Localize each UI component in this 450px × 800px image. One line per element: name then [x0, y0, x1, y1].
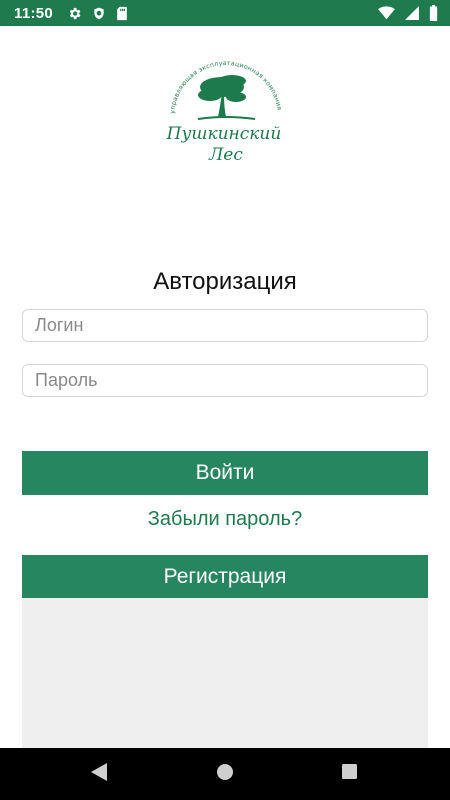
battery-icon	[429, 5, 438, 21]
recents-square-icon	[341, 764, 357, 784]
shield-icon	[92, 6, 106, 21]
login-button[interactable]: Войти	[22, 451, 428, 495]
page-title: Авторизация	[153, 268, 297, 295]
register-button[interactable]: Регистрация	[22, 555, 428, 599]
forgot-password-link[interactable]: Забыли пароль?	[0, 508, 450, 531]
status-right-icons	[378, 5, 438, 21]
login-button-label: Войти	[195, 461, 255, 484]
password-input[interactable]	[22, 364, 428, 397]
back-triangle-icon	[91, 762, 107, 786]
status-bar: 11:50	[0, 0, 450, 26]
register-button-label: Регистрация	[163, 565, 287, 588]
logo-name-line2: Лес	[208, 145, 243, 165]
system-nav-bar	[0, 748, 450, 800]
status-time: 11:50	[14, 4, 54, 22]
wifi-icon	[378, 6, 395, 20]
sd-card-icon	[116, 6, 128, 21]
tree-icon	[197, 75, 256, 120]
login-input[interactable]	[22, 309, 428, 342]
gear-icon	[67, 6, 82, 21]
signal-icon	[405, 6, 419, 20]
home-circle-icon	[216, 763, 234, 786]
content-panel	[22, 598, 428, 748]
logo-name-line1: Пушкинский	[166, 124, 282, 144]
back-button[interactable]	[74, 748, 124, 800]
recents-button[interactable]	[324, 748, 374, 800]
status-left-icons	[67, 6, 128, 21]
company-logo: управляющая эксплуатационная компания Пу…	[160, 45, 290, 170]
home-button[interactable]	[200, 748, 250, 800]
